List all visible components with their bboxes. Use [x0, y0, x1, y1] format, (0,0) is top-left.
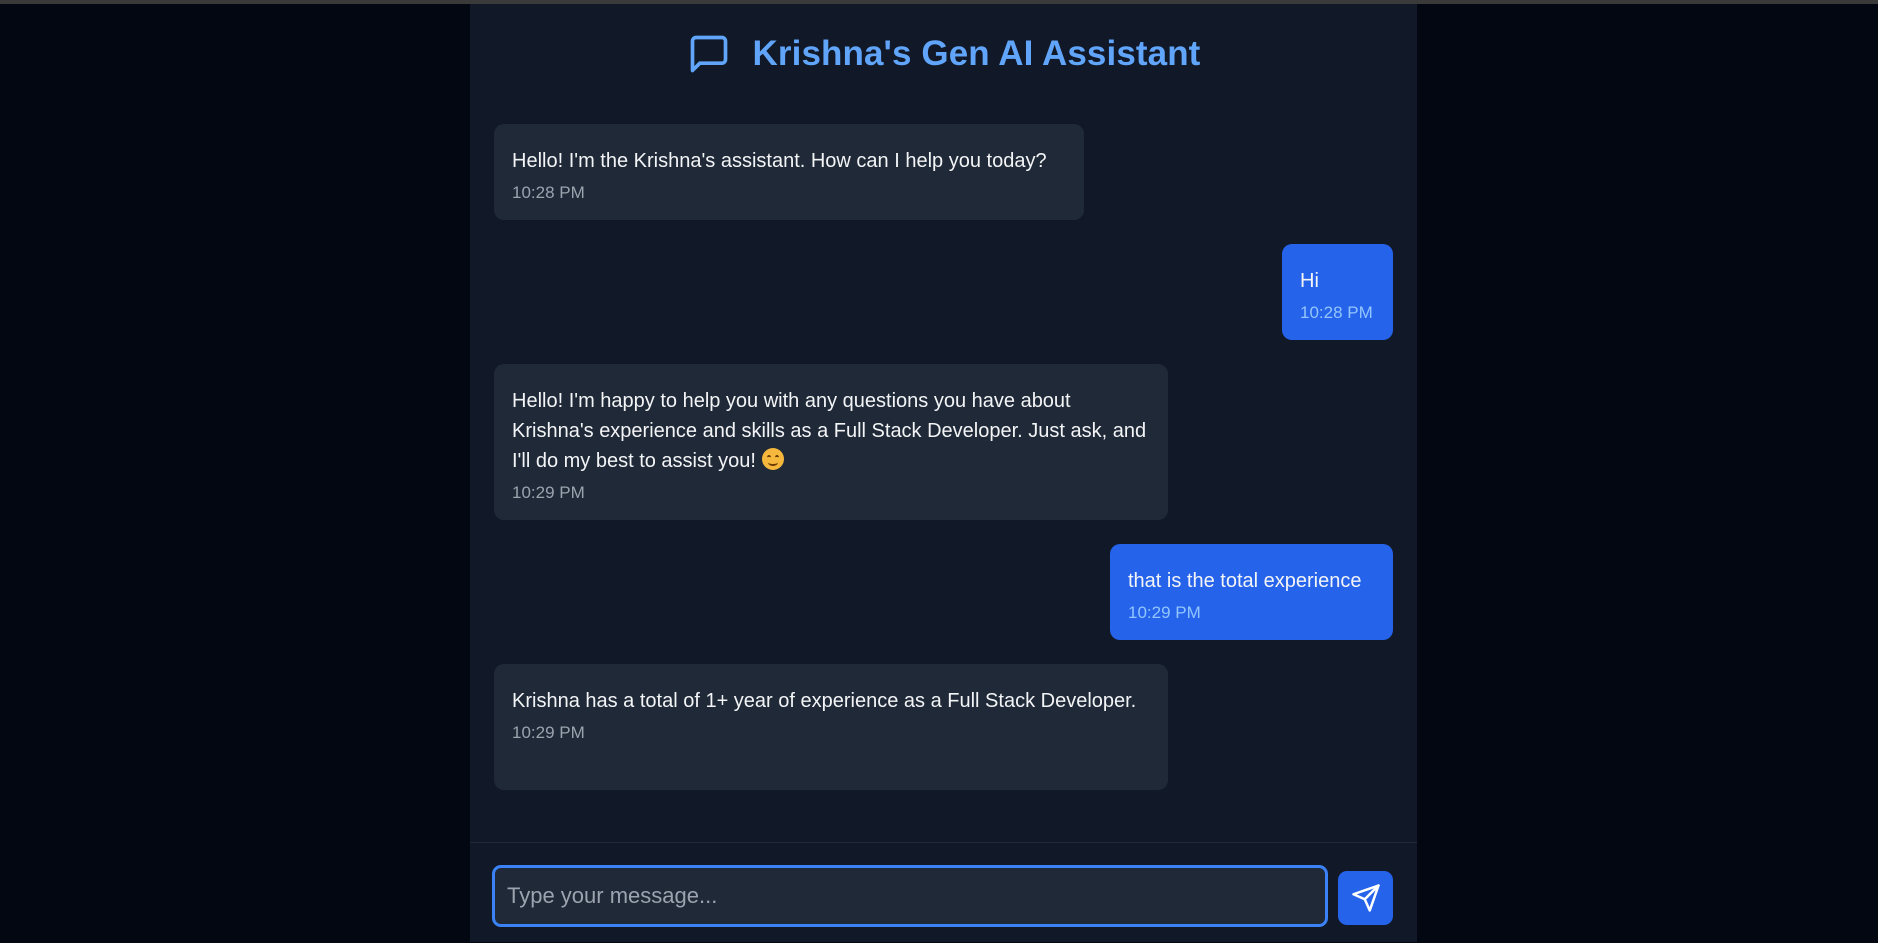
- message-text-wrapper: Hello! I'm happy to help you with any qu…: [512, 386, 1150, 476]
- assistant-message: Hello! I'm the Krishna's assistant. How …: [494, 124, 1084, 220]
- send-icon: [1351, 884, 1380, 912]
- send-button[interactable]: [1338, 871, 1393, 925]
- smiling-face-emoji-icon: [761, 448, 784, 470]
- user-message: Hi 10:28 PM: [1282, 244, 1393, 340]
- message-text: Hello! I'm the Krishna's assistant. How …: [512, 150, 1047, 172]
- assistant-message: Krishna has a total of 1+ year of experi…: [494, 664, 1168, 790]
- message-text: Hello! I'm happy to help you with any qu…: [512, 390, 1152, 472]
- message-input[interactable]: [492, 865, 1328, 927]
- message-text: Krishna has a total of 1+ year of experi…: [512, 690, 1137, 712]
- message-text: Hi: [1300, 270, 1319, 292]
- message-timestamp: 10:29 PM: [512, 723, 585, 742]
- message-timestamp: 10:29 PM: [1128, 603, 1201, 622]
- message-timestamp: 10:28 PM: [512, 183, 585, 202]
- chat-header: Krishna's Gen AI Assistant: [470, 4, 1417, 104]
- user-message: that is the total experience 10:29 PM: [1110, 544, 1393, 640]
- message-timestamp: 10:28 PM: [1300, 303, 1373, 322]
- message-timestamp: 10:29 PM: [512, 483, 585, 502]
- chat-app: Krishna's Gen AI Assistant Hello! I'm th…: [470, 4, 1417, 942]
- composer: [470, 842, 1417, 943]
- page-title: Krishna's Gen AI Assistant: [752, 34, 1201, 73]
- message-square-icon: [690, 35, 727, 73]
- assistant-message: Hello! I'm happy to help you with any qu…: [494, 364, 1168, 520]
- message-text: that is the total experience: [1128, 570, 1362, 592]
